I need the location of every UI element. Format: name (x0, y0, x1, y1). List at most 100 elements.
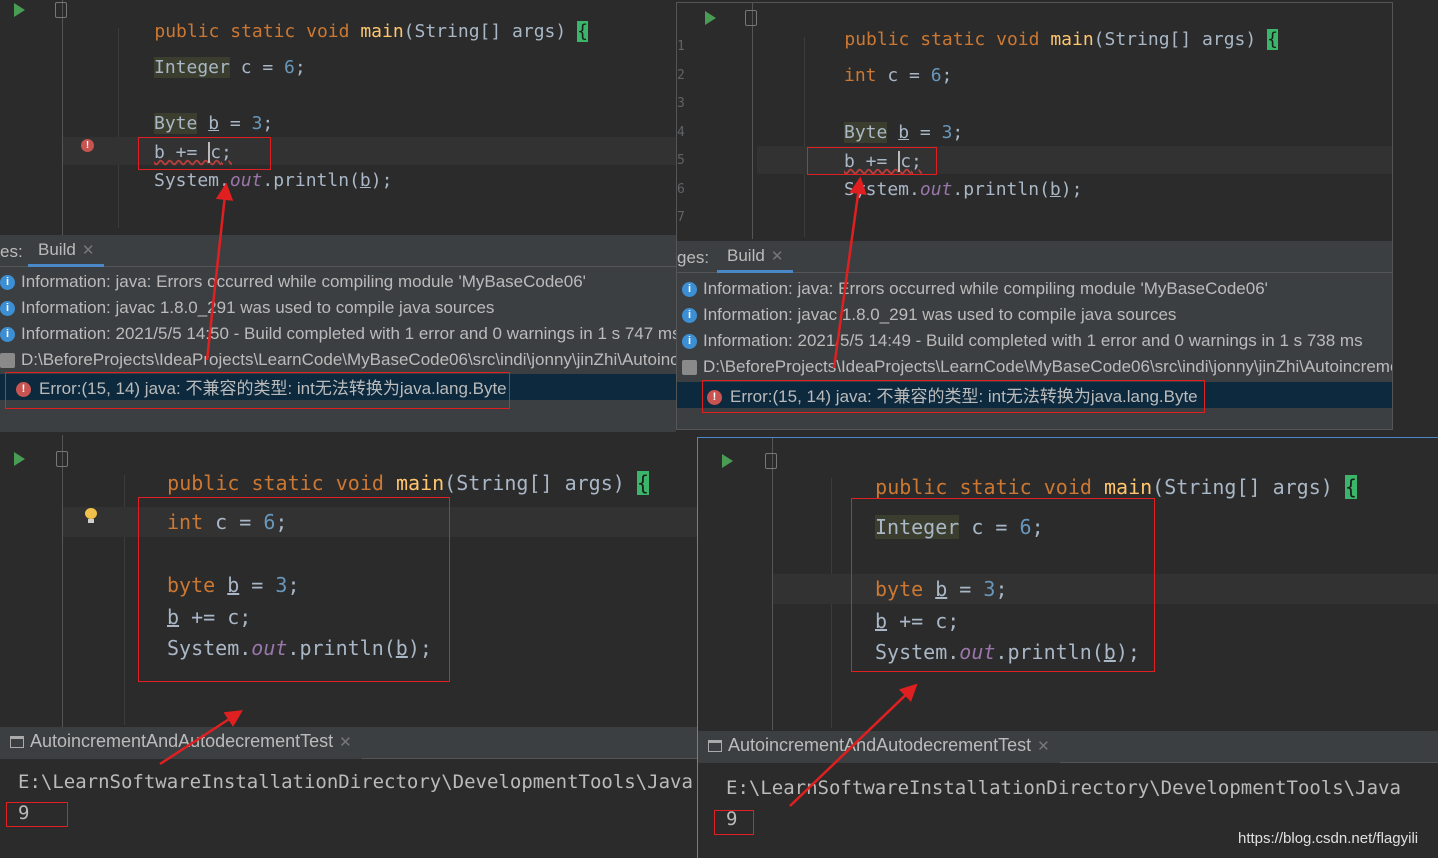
message-text: Information: java: Errors occurred while… (703, 279, 1268, 298)
type: Integer (154, 57, 230, 78)
info-icon: i (682, 308, 697, 324)
build-tool-window: es: Build ✕ i Information: java: Errors oc… (0, 235, 676, 432)
close-icon[interactable]: ✕ (771, 248, 784, 265)
code-text: = (909, 122, 942, 143)
info-icon: i (0, 301, 15, 317)
kw-void: void (306, 21, 350, 42)
message-text: Information: javac 1.8.0_291 was used to… (21, 298, 495, 317)
type: int (844, 65, 877, 86)
tab-run[interactable]: AutoincrementAndAutodecrementTest ✕ (0, 727, 362, 759)
code-line-1: int c = 6; (844, 65, 952, 86)
line-number: 2 (677, 67, 685, 83)
method-name: main (360, 21, 404, 42)
field-out: out (229, 170, 263, 191)
file-icon (0, 353, 15, 369)
brace: { (1344, 475, 1357, 499)
kw-public: public (844, 29, 910, 50)
tabs-prefix: es: (0, 242, 23, 261)
method-params: (String[] args) (1152, 475, 1333, 499)
message-text: D:\BeforeProjects\IdeaProjects\LearnCode… (703, 357, 1392, 376)
gutter-divider (62, 435, 63, 727)
line-number: 1 (677, 39, 685, 54)
code-text: ); (1060, 179, 1083, 200)
error-gutter-icon[interactable]: ! (81, 139, 94, 152)
info-icon: i (682, 282, 697, 298)
bookmark-icon (55, 2, 67, 18)
method-name: main (1103, 475, 1153, 499)
bookmark-icon (745, 10, 757, 26)
code-text: = (219, 113, 252, 134)
method-signature: public static void main(String[] args) { (801, 8, 1278, 71)
close-icon[interactable]: ✕ (82, 242, 95, 259)
bookmark-icon (765, 453, 777, 469)
annotation-box (138, 137, 271, 170)
number: 6 (930, 65, 942, 86)
tab-label: Build (38, 240, 76, 259)
build-tool-window: ges: Build ✕ i Information: java: Errors o… (677, 241, 1392, 429)
build-message[interactable]: i Information: javac 1.8.0_291 was used t… (682, 305, 1176, 331)
type: Byte (844, 122, 888, 143)
annotation-box (138, 497, 450, 682)
code-text: ; (941, 65, 953, 86)
build-message[interactable]: i Information: 2021/5/5 14:49 - Build com… (682, 331, 1363, 357)
run-icon[interactable] (705, 11, 716, 25)
build-message[interactable]: i Information: java: Errors occurred whil… (682, 279, 1268, 305)
annotation-box (851, 498, 1155, 672)
build-message[interactable]: i Information: 2021/5/5 14:50 - Build com… (0, 324, 676, 350)
code-text: ; (952, 122, 964, 143)
run-icon[interactable] (722, 454, 733, 468)
code-line-4: System.out.println(b); (844, 179, 1082, 200)
kw-public: public (154, 21, 220, 42)
code-line-2: Byte b = 3; (844, 122, 963, 143)
close-icon[interactable]: ✕ (1037, 738, 1050, 755)
tool-tabs: ges: Build ✕ (677, 241, 1392, 273)
annotation-box (714, 810, 754, 835)
code-text: c = (876, 65, 931, 86)
line-number: 5 (677, 153, 685, 168)
file-icon (682, 360, 697, 376)
panel-top-left: public static void main(String[] args) {… (0, 0, 676, 432)
info-icon: i (0, 275, 15, 291)
panel-bottom-left: public static void main(String[] args) {… (0, 435, 697, 858)
bookmark-icon (56, 451, 68, 467)
var: b (359, 170, 371, 191)
lightbulb-icon[interactable] (84, 508, 98, 524)
tab-run[interactable]: AutoincrementAndAutodecrementTest ✕ (698, 731, 1060, 763)
annotation-box (702, 380, 1205, 413)
build-message[interactable]: i Information: javac 1.8.0_291 was used t… (0, 298, 494, 324)
panel-top-right: 1 2 3 4 5 6 7 public static void main(St… (676, 2, 1393, 430)
run-icon[interactable] (14, 452, 25, 466)
number: 3 (941, 122, 953, 143)
tab-build[interactable]: Build ✕ (717, 241, 794, 273)
code-text: System. (844, 179, 920, 200)
build-message[interactable]: i Information: java: Errors occurred whil… (0, 272, 586, 298)
message-text: Information: java: Errors occurred while… (21, 272, 586, 291)
tab-build[interactable]: Build ✕ (28, 235, 105, 267)
var: b (1049, 179, 1061, 200)
annotation-box (6, 802, 68, 827)
type: Byte (154, 113, 198, 134)
kw-static: static (920, 29, 986, 50)
brace: { (636, 471, 649, 495)
method-params: (String[] args) (1093, 29, 1257, 50)
line-number: 3 (677, 96, 685, 111)
close-icon[interactable]: ✕ (339, 734, 352, 751)
number: 3 (251, 113, 263, 134)
gutter-divider (752, 3, 753, 239)
tab-label: AutoincrementAndAutodecrementTest (30, 731, 334, 751)
kw-void: void (996, 29, 1040, 50)
run-icon[interactable] (14, 3, 25, 17)
tool-tabs: AutoincrementAndAutodecrementTest ✕ (0, 727, 697, 759)
message-text: Information: 2021/5/5 14:50 - Build comp… (21, 324, 676, 343)
info-icon: i (682, 334, 697, 350)
brace: { (1267, 29, 1278, 50)
code-text: c = (229, 57, 285, 78)
code-text: ; (262, 113, 274, 134)
var: b (898, 122, 910, 143)
code-text: .println( (952, 179, 1050, 200)
kw-static: static (959, 475, 1032, 499)
code-line-2: Byte b = 3; (154, 113, 273, 134)
line-number: 7 (677, 210, 685, 225)
kw-public: public (875, 475, 948, 499)
tab-label: Build (727, 246, 765, 265)
